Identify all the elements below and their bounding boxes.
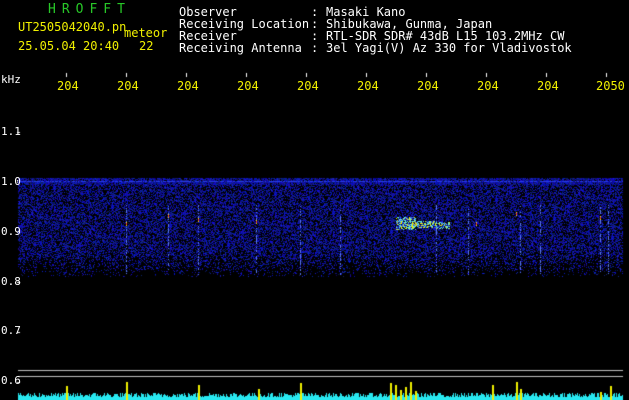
x-tick-label: 204 — [237, 79, 259, 93]
y-tick-label: 0.7 — [1, 324, 21, 337]
detection-tag: meteor — [124, 26, 168, 40]
detection-count: 22 — [139, 39, 154, 53]
y-tick-label: 0.6 — [1, 374, 21, 387]
x-tick-label: 204 — [357, 79, 379, 93]
x-tick-label: 204 — [417, 79, 439, 93]
app-title: HROFFT — [48, 2, 131, 17]
x-tick-label: 204 — [177, 79, 199, 93]
antenna-label: Receiving Antenna — [179, 41, 302, 55]
y-axis-unit: kHz — [1, 73, 21, 86]
y-tick-label: 1.0 — [1, 175, 21, 188]
file-name: UT2505042040.pn — [18, 20, 127, 34]
x-tick-label: 204 — [117, 79, 139, 93]
antenna-colon: : — [311, 41, 319, 55]
x-tick-label: 204 — [297, 79, 319, 93]
y-tick-label: 0.9 — [1, 225, 21, 238]
y-tick-label: 0.8 — [1, 275, 21, 288]
x-tick-label: 204 — [537, 79, 559, 93]
date-time: 25.05.04 20:40 — [18, 39, 120, 53]
antenna-value: 3el Yagi(V) Az 330 for Vladivostok — [326, 41, 572, 55]
hrofft-window: HROFFT UT2505042040.pn meteor 25.05.04 2… — [0, 0, 629, 400]
spectrogram-canvas — [0, 0, 629, 400]
x-tick-label: 204 — [57, 79, 79, 93]
y-tick-label: 1.1 — [1, 125, 21, 138]
x-tick-label: 204 — [477, 79, 499, 93]
x-tick-label: 2050 — [596, 79, 625, 93]
